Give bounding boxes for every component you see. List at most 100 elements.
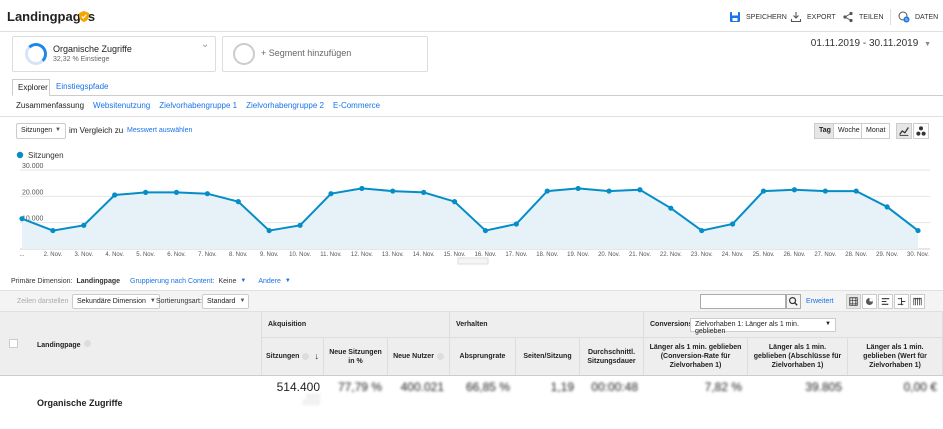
goal1-value-header-label: Länger als 1 min. geblieben (Wert für Zi… bbox=[863, 344, 927, 369]
data-point[interactable] bbox=[513, 221, 519, 227]
metric-select-value: Sitzungen bbox=[21, 127, 53, 134]
data-point[interactable] bbox=[142, 189, 149, 195]
x-tick-label: 15. Nov. bbox=[444, 252, 466, 258]
data-point[interactable] bbox=[606, 188, 612, 194]
conversions-group-label: Conversions bbox=[650, 321, 693, 328]
sessions-column-header[interactable]: Sitzungen ↓ bbox=[262, 338, 324, 375]
data-point[interactable] bbox=[359, 185, 365, 192]
legend-label: Sitzungen bbox=[28, 151, 64, 160]
x-tick-label: 16. Nov. bbox=[474, 252, 496, 258]
chart-resize-handle[interactable] bbox=[457, 257, 489, 265]
comparison-view-button[interactable] bbox=[894, 294, 909, 309]
pages-per-session-header-label: Seiten/Sitzung bbox=[523, 353, 572, 360]
save-button[interactable]: SPEICHERN bbox=[729, 10, 787, 24]
data-point[interactable] bbox=[575, 185, 581, 192]
data-point[interactable] bbox=[390, 188, 396, 194]
data-point[interactable] bbox=[791, 187, 798, 193]
x-tick-label: 25. Nov. bbox=[753, 252, 775, 258]
date-range-text: 01.11.2019 - 30.11.2019 bbox=[810, 38, 919, 49]
granularity-month-button[interactable]: Monat bbox=[861, 123, 891, 139]
caret-down-icon: ▼ bbox=[239, 298, 246, 304]
data-point[interactable] bbox=[204, 191, 210, 197]
data-point[interactable] bbox=[297, 222, 303, 228]
tab-explorer[interactable]: Explorer bbox=[12, 79, 50, 96]
header-divider bbox=[890, 9, 891, 25]
pivot-view-button[interactable] bbox=[910, 294, 925, 309]
subtab-websitenutzung[interactable]: Websitenutzung bbox=[93, 101, 150, 110]
data-point[interactable] bbox=[730, 221, 736, 227]
x-tick-label: 3. Nov. bbox=[75, 252, 94, 258]
segment-card-organic[interactable]: Organische Zugriffe 32,32 % Einstiege ⌄ bbox=[12, 36, 216, 72]
data-point[interactable] bbox=[112, 192, 118, 198]
goal1-completions-header-label: Länger als 1 min. geblieben (Abschlüsse … bbox=[753, 344, 842, 369]
data-point[interactable] bbox=[699, 227, 705, 234]
chevron-down-icon[interactable]: ⌄ bbox=[201, 39, 209, 50]
granularity-week-button[interactable]: Woche bbox=[833, 123, 865, 139]
x-tick-label: 9. Nov. bbox=[260, 252, 279, 258]
bounce-rate-column-header[interactable]: Absprungrate bbox=[450, 338, 516, 375]
line-chart-icon bbox=[899, 127, 909, 136]
landingpage-column-header[interactable]: Landingpage bbox=[0, 312, 262, 375]
pages-per-session-column-header[interactable]: Seiten/Sitzung bbox=[516, 338, 580, 375]
data-point[interactable] bbox=[637, 187, 643, 193]
subtab-e-commerce[interactable]: E-Commerce bbox=[333, 101, 380, 110]
data-point[interactable] bbox=[421, 189, 427, 195]
share-button[interactable]: TEILEN bbox=[842, 10, 884, 24]
line-chart-type-button[interactable] bbox=[896, 123, 912, 139]
motion-chart-type-button[interactable] bbox=[913, 123, 929, 139]
data-point[interactable] bbox=[915, 227, 921, 234]
goal-select[interactable]: Zielvorhaben 1: Länger als 1 min. geblie… bbox=[690, 318, 836, 335]
pie-view-button[interactable] bbox=[862, 294, 877, 309]
goal1-completions-column-header[interactable]: Länger als 1 min. geblieben (Abschlüsse … bbox=[748, 338, 848, 375]
secondary-dimension-select[interactable]: Sekundäre Dimension ▼ bbox=[72, 294, 160, 309]
other-dimension-link[interactable]: Andere bbox=[258, 278, 281, 285]
advanced-filter-link[interactable]: Erweitert bbox=[806, 298, 834, 305]
table-search-input[interactable] bbox=[700, 294, 786, 309]
data-point[interactable] bbox=[668, 205, 674, 211]
data-point[interactable] bbox=[19, 216, 25, 222]
tab-einstiegspfade[interactable]: Einstiegspfade bbox=[56, 82, 108, 91]
x-tick-label: 22. Nov. bbox=[660, 252, 682, 258]
goal1-conversion-rate-column-header[interactable]: Länger als 1 min. geblieben (Conversion-… bbox=[644, 338, 748, 375]
data-point[interactable] bbox=[173, 189, 180, 195]
data-point[interactable] bbox=[50, 227, 56, 234]
subtab-zusammenfassung[interactable]: Zusammenfassung bbox=[16, 101, 84, 110]
new-sessions-column-header[interactable]: Neue Sitzungen in % bbox=[324, 338, 388, 375]
bar-list-icon bbox=[881, 298, 890, 305]
data-point[interactable] bbox=[822, 188, 828, 194]
data-point[interactable] bbox=[451, 199, 458, 205]
table-view-button[interactable] bbox=[846, 294, 861, 309]
select-metric-link[interactable]: Messwert auswählen bbox=[127, 127, 192, 134]
primary-dimension-value[interactable]: Landingpage bbox=[76, 278, 120, 285]
x-tick-label: 6. Nov. bbox=[167, 252, 186, 258]
bounce-rate-header-label: Absprungrate bbox=[459, 353, 506, 360]
search-button[interactable] bbox=[786, 294, 801, 309]
data-point[interactable] bbox=[853, 188, 859, 194]
metric-select[interactable]: Sitzungen ▼ bbox=[16, 123, 66, 139]
export-button[interactable]: EXPORT bbox=[790, 10, 836, 24]
subtab-zielvorhabengruppe-2[interactable]: Zielvorhabengruppe 2 bbox=[246, 101, 324, 110]
plot-rows-button[interactable]: Zeilen darstellen bbox=[17, 298, 68, 305]
data-point[interactable] bbox=[884, 204, 890, 210]
avg-session-duration-column-header[interactable]: Durchschnittl. Sitzungsdauer bbox=[580, 338, 644, 375]
insights-button[interactable]: 5 DATEN bbox=[898, 10, 938, 24]
sessions-header-label: Sitzungen bbox=[266, 353, 300, 360]
data-point[interactable] bbox=[328, 191, 334, 197]
select-all-checkbox[interactable] bbox=[9, 339, 18, 348]
sort-type-select[interactable]: Standard ▼ bbox=[202, 294, 250, 309]
grid-icon bbox=[849, 297, 858, 306]
new-users-column-header[interactable]: Neue Nutzer bbox=[388, 338, 450, 375]
data-point[interactable] bbox=[760, 188, 767, 194]
data-point[interactable] bbox=[266, 227, 272, 234]
content-grouping-label[interactable]: Gruppierung nach Content: bbox=[130, 278, 214, 285]
goal1-value-column-header[interactable]: Länger als 1 min. geblieben (Wert für Zi… bbox=[848, 338, 943, 375]
content-grouping-value[interactable]: Keine bbox=[218, 278, 236, 285]
subtab-zielvorhabengruppe-1[interactable]: Zielvorhabengruppe 1 bbox=[159, 101, 237, 110]
performance-view-button[interactable] bbox=[878, 294, 893, 309]
data-point[interactable] bbox=[544, 188, 550, 194]
date-range-picker[interactable]: 01.11.2019 - 30.11.2019 ▼ bbox=[811, 38, 931, 49]
add-segment-card[interactable]: + Segment hinzufügen bbox=[222, 36, 428, 72]
data-point[interactable] bbox=[81, 222, 87, 228]
data-point[interactable] bbox=[235, 199, 241, 205]
data-point[interactable] bbox=[482, 227, 489, 234]
